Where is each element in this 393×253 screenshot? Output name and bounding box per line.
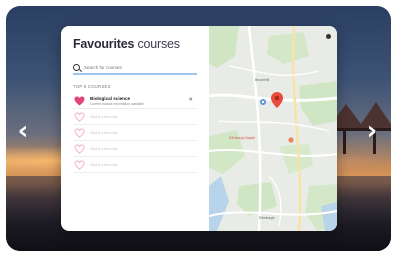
- close-icon[interactable]: ✕: [188, 97, 193, 103]
- title-light: courses: [134, 37, 180, 51]
- heart-icon[interactable]: [73, 111, 85, 122]
- previous-slide-button[interactable]: ‹: [12, 116, 34, 146]
- item-placeholder: Select a favourite: [90, 162, 118, 167]
- heart-icon[interactable]: [73, 95, 85, 106]
- chevron-left-icon: ‹: [17, 116, 29, 146]
- card-title: Favourites courses: [73, 37, 197, 51]
- favourites-card: Favourites courses TOP 5 COURSES Biologi…: [61, 26, 337, 231]
- map-label: Edinburgh Napier: [229, 136, 256, 140]
- heart-icon[interactable]: [73, 143, 85, 154]
- list-item[interactable]: Select a favourite: [73, 157, 197, 173]
- list-item[interactable]: Biological science Current module inform…: [73, 93, 197, 109]
- map-menu-icon[interactable]: [326, 34, 331, 39]
- map-pin-icon[interactable]: [271, 92, 283, 108]
- item-text: Biological science Current module inform…: [90, 96, 144, 106]
- item-name: Biological science: [90, 95, 131, 101]
- list-item[interactable]: Select a favourite: [73, 141, 197, 157]
- list-item[interactable]: Select a favourite: [73, 109, 197, 125]
- heart-icon[interactable]: [73, 127, 85, 138]
- favourites-panel: Favourites courses TOP 5 COURSES Biologi…: [61, 26, 209, 231]
- list-item[interactable]: Select a favourite: [73, 125, 197, 141]
- next-slide-button[interactable]: ›: [361, 116, 383, 146]
- section-label: TOP 5 COURSES: [73, 84, 111, 89]
- map-tiles: [209, 26, 337, 231]
- map-label: Broomhill: [255, 78, 270, 82]
- item-placeholder: Select a favourite: [90, 146, 118, 151]
- heart-icon[interactable]: [73, 159, 85, 170]
- favourites-list: Biological science Current module inform…: [73, 93, 197, 173]
- item-placeholder: Select a favourite: [90, 114, 118, 119]
- title-bold: Favourites: [73, 37, 135, 51]
- map-label: Edinburgh: [259, 216, 275, 220]
- item-placeholder: Select a favourite: [90, 130, 118, 135]
- search-icon: [73, 63, 80, 71]
- map-view[interactable]: Broomhill Edinburgh Edinburgh Napier: [209, 26, 337, 231]
- search-bar: [73, 61, 197, 75]
- item-subtitle: Current module information available: [90, 101, 144, 106]
- search-input[interactable]: [84, 64, 184, 70]
- chevron-right-icon: ›: [366, 116, 378, 146]
